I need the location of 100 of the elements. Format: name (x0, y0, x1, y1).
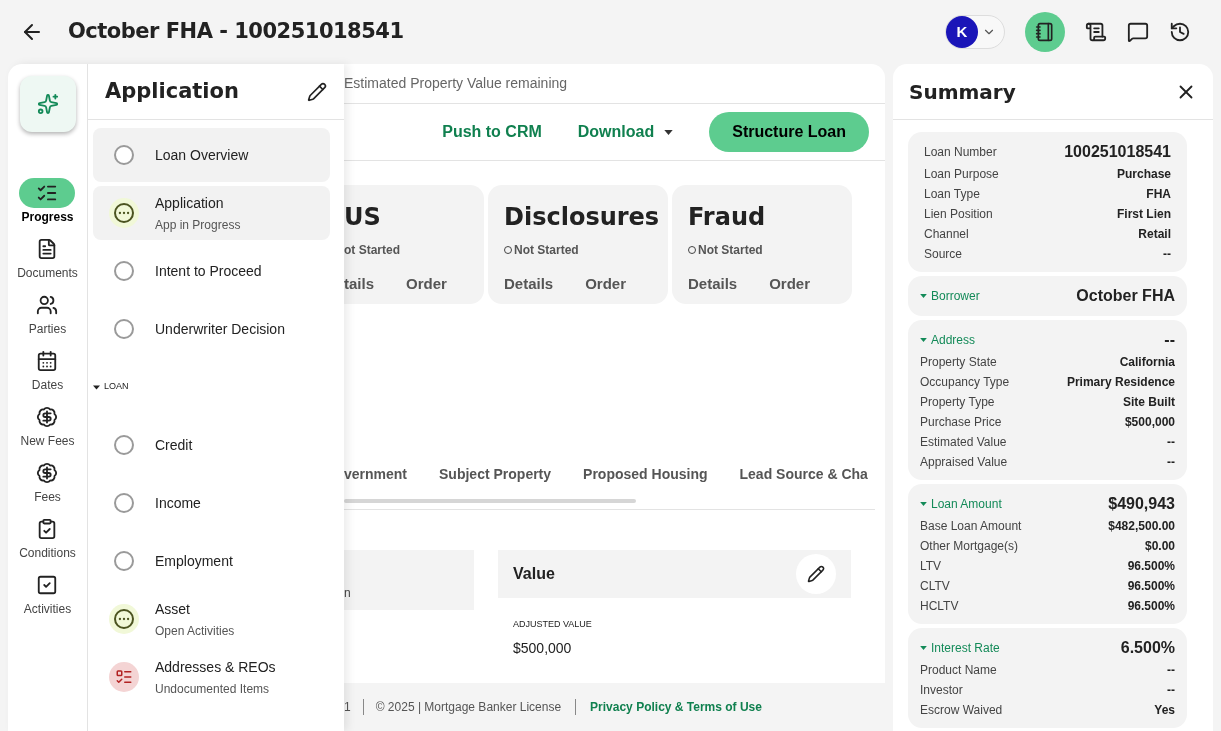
details-link[interactable]: tails (344, 273, 374, 296)
step-label: Intent to Proceed (155, 261, 262, 281)
summary-value: Site Built (1123, 394, 1175, 411)
summary-label: Channel (924, 226, 969, 243)
step-status: App in Progress (155, 216, 241, 234)
rail-item[interactable]: Conditions (19, 514, 76, 570)
step-label: Asset (155, 599, 191, 619)
summary-headline-value: 100251018541 (1064, 142, 1171, 162)
caret-icon (920, 294, 927, 298)
checkbox-icon (36, 574, 59, 596)
summary-label: Base Loan Amount (920, 518, 1022, 535)
step-label: Addresses & REOs (155, 657, 276, 677)
summary-label: Investor (920, 682, 963, 699)
step-label: Application (155, 193, 225, 213)
step-item[interactable]: Underwriter Decision (93, 302, 330, 356)
summary-section-toggle[interactable]: Loan Amount $490,943 (920, 492, 1175, 516)
version-text: 1 (344, 699, 351, 716)
calendar-icon (36, 350, 59, 372)
step-item[interactable]: Income (93, 476, 330, 530)
structure-loan-button[interactable]: Structure Loan (709, 112, 869, 152)
checklist-icon (109, 662, 139, 692)
service-title: US (344, 202, 382, 233)
service-title: Disclosures (504, 202, 661, 233)
receipt-icon[interactable] (1085, 21, 1107, 43)
rail-item[interactable]: Activities (19, 570, 76, 626)
service-status: ot Started (344, 242, 400, 259)
section-tab[interactable]: Lead Source & Cha (739, 464, 868, 485)
caret-icon (920, 646, 927, 650)
rail-item[interactable]: New Fees (19, 402, 76, 458)
copyright-text: © 2025 | Mortgage Banker License (375, 699, 562, 716)
user-avatar: K (946, 16, 978, 48)
privacy-link[interactable]: Privacy Policy & Terms of Use (590, 698, 762, 716)
chat-icon[interactable] (1127, 21, 1149, 43)
details-link[interactable]: Details (688, 273, 738, 296)
history-icon[interactable] (1169, 21, 1191, 43)
caret-icon (920, 338, 927, 342)
edit-icon[interactable] (307, 81, 327, 102)
step-item[interactable]: Asset Open Activities (93, 592, 330, 646)
section-tab[interactable]: vernment (344, 464, 408, 485)
details-link[interactable]: Details (504, 273, 554, 296)
service-title: Fraud (688, 202, 767, 233)
summary-value: $0.00 (1144, 538, 1175, 555)
summary-section-toggle[interactable]: Interest Rate 6.500% (920, 636, 1175, 660)
rail-item[interactable]: Dates (19, 346, 76, 402)
step-item[interactable]: Application App in Progress (93, 186, 330, 240)
order-link[interactable]: Order (406, 273, 447, 296)
step-item[interactable]: Loan Overview (93, 128, 330, 182)
summary-label: Source (924, 246, 963, 263)
summary-value: FHA (1146, 186, 1171, 203)
rail-item[interactable]: Documents (17, 234, 78, 290)
summary-label: HCLTV (920, 598, 959, 615)
step-status: Undocumented Items (155, 680, 271, 698)
order-link[interactable]: Order (769, 273, 811, 296)
push-button[interactable]: Push to CRM (442, 120, 542, 144)
step-status: Open Activities (155, 622, 235, 640)
sparkle-icon (36, 93, 59, 115)
people-icon (36, 294, 59, 316)
order-link[interactable]: Order (585, 273, 627, 296)
summary-label: CLTV (920, 578, 950, 595)
step-item[interactable]: Employment (93, 534, 330, 588)
step-label: Credit (155, 435, 193, 455)
summary-label: Property State (920, 354, 997, 371)
summary-value: Retail (1138, 226, 1171, 243)
dollar-icon (36, 462, 59, 484)
caret-icon (664, 129, 674, 135)
summary-label: Other Mortgage(s) (920, 538, 1019, 555)
summary-section-toggle[interactable]: Borrower October FHA (920, 284, 1175, 308)
summary-value: -- (1163, 246, 1171, 263)
section-header[interactable]: LOAN (93, 360, 330, 414)
section-tab[interactable]: Subject Property (439, 464, 552, 485)
download-button[interactable]: Download (577, 120, 674, 144)
summary-value: Primary Residence (1066, 374, 1175, 391)
rail-item[interactable]: Fees (19, 458, 76, 514)
step-item[interactable]: Intent to Proceed (93, 244, 330, 298)
summary-value: First Lien (1117, 206, 1171, 223)
step-label: Underwriter Decision (155, 319, 285, 339)
caret-icon (920, 502, 927, 506)
assistant-button[interactable] (19, 76, 76, 132)
dollar-icon (36, 406, 59, 428)
rail-item[interactable]: Parties (19, 290, 76, 346)
summary-value: Purchase (1116, 166, 1171, 183)
summary-value: -- (1167, 662, 1175, 679)
edit-icon (807, 565, 825, 583)
edit-button[interactable] (796, 554, 836, 594)
summary-label: Occupancy Type (920, 374, 1010, 391)
value-card-header: Value (498, 550, 851, 598)
summary-value: -- (1167, 682, 1175, 699)
step-item[interactable]: Credit (93, 418, 330, 472)
summary-label: Estimated Value (920, 434, 1007, 451)
caret-icon (93, 384, 100, 390)
step-item[interactable]: Addresses & REOs Undocumented Items (93, 650, 330, 704)
notebook-button[interactable] (1025, 12, 1065, 52)
panel-title: Application (105, 77, 239, 105)
summary-section-toggle[interactable]: Address -- (920, 328, 1175, 352)
section-tab[interactable]: Proposed Housing (583, 464, 708, 485)
page-title: October FHA - 100251018541 (68, 18, 404, 46)
notebook-icon (1035, 22, 1055, 42)
summary-label: Product Name (920, 662, 997, 679)
user-menu[interactable]: K (945, 15, 1005, 49)
step-label: Loan Overview (155, 145, 249, 165)
